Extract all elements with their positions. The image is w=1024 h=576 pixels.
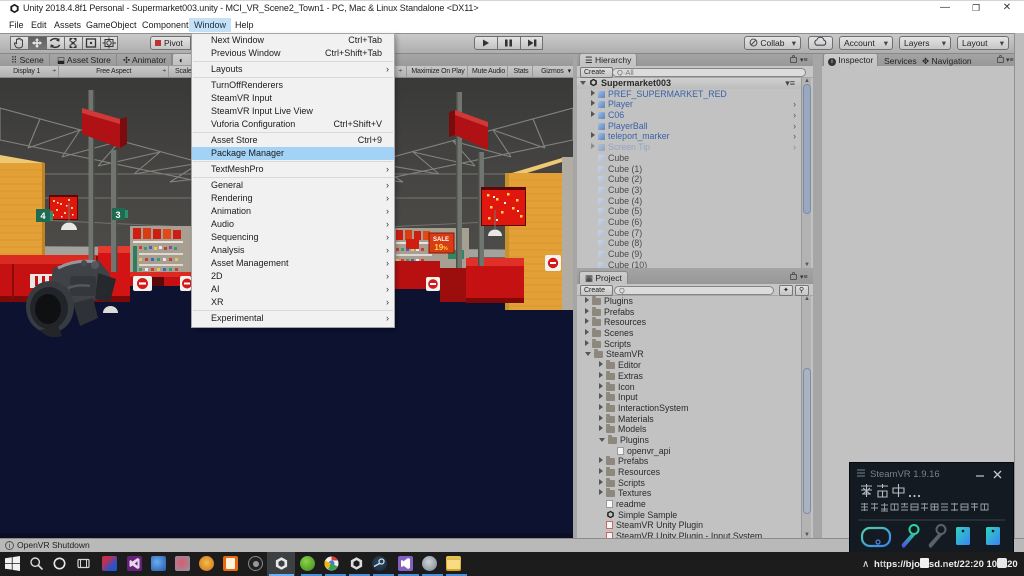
svg-text:4: 4	[40, 211, 45, 221]
svg-text:SteamVR 1.9.16: SteamVR 1.9.16	[870, 469, 940, 480]
svg-text:3: 3	[115, 210, 120, 220]
